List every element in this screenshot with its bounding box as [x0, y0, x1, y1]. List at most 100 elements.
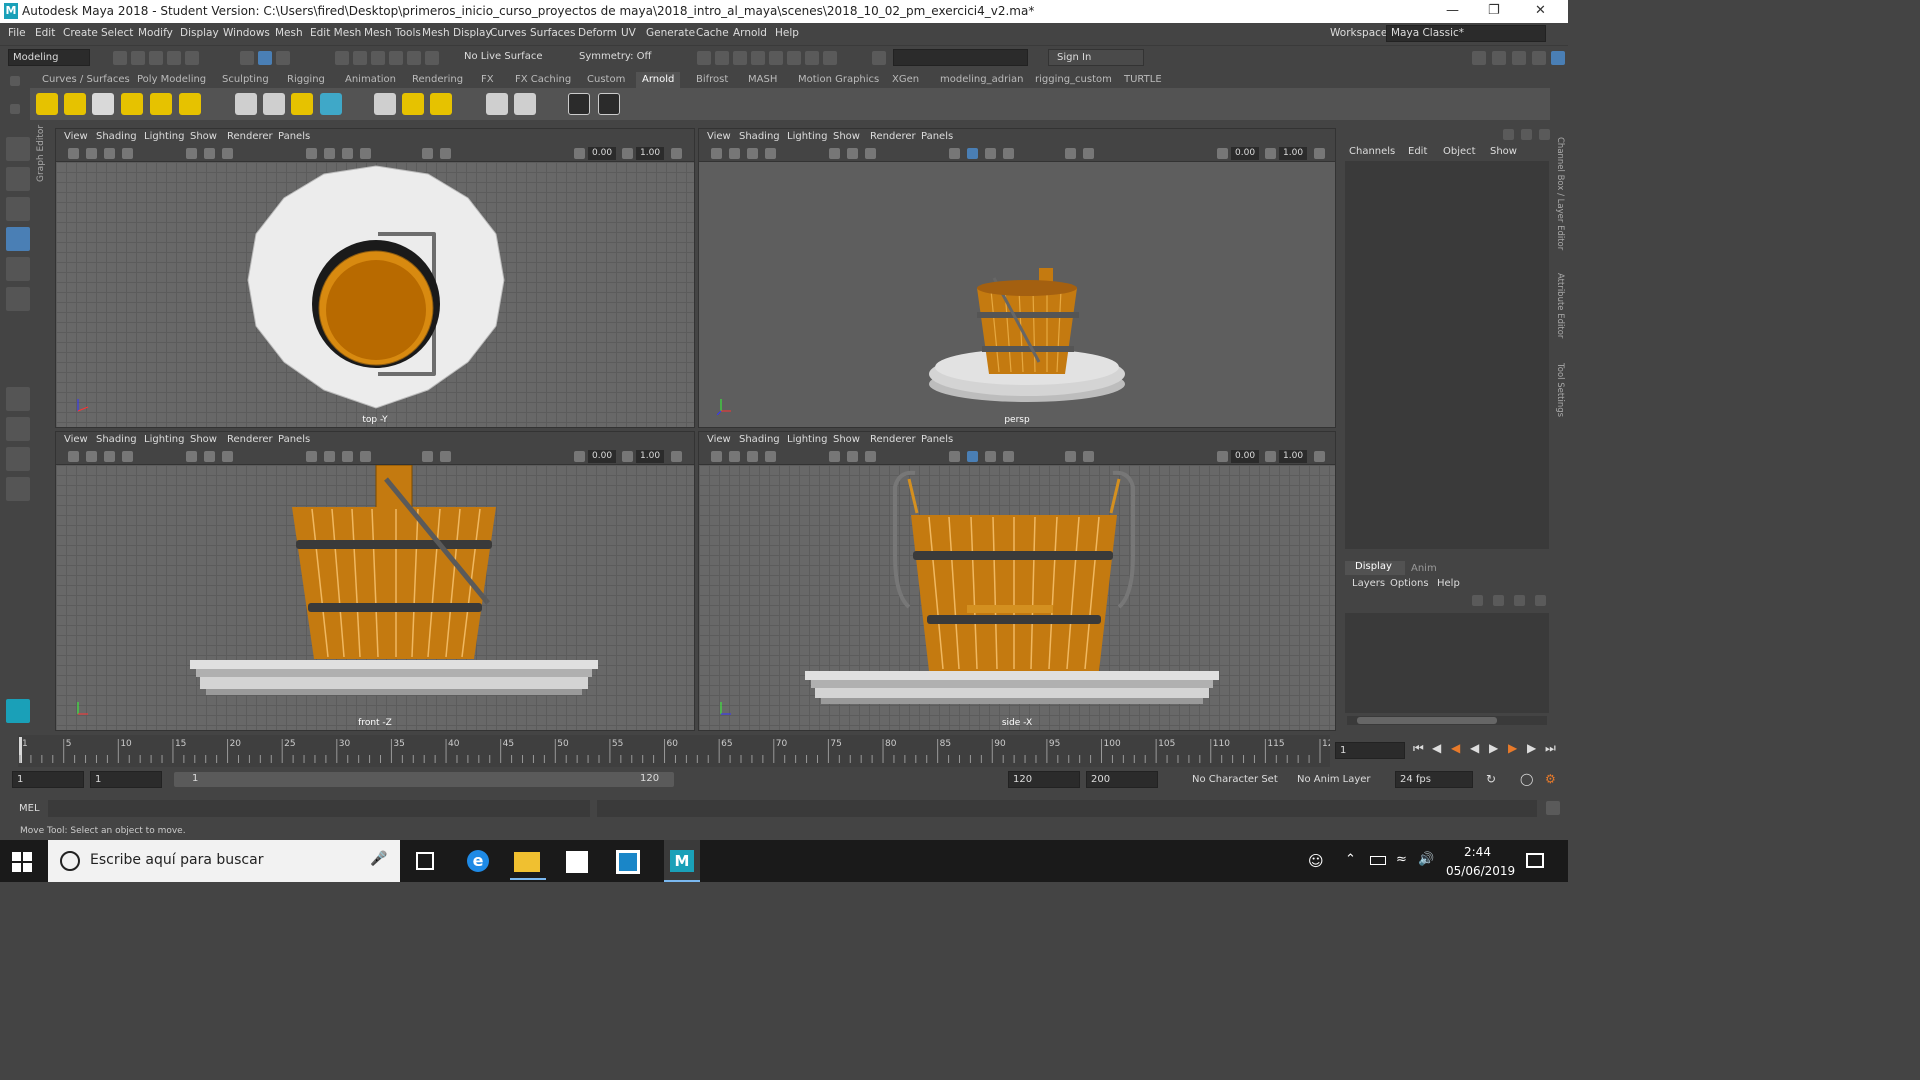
- smooth-shade-icon[interactable]: [967, 451, 978, 462]
- minimize-icon[interactable]: —: [1446, 3, 1459, 18]
- camera-icon[interactable]: [711, 451, 722, 462]
- menu-curves[interactable]: Curves: [490, 27, 526, 39]
- menu-arnold[interactable]: Arnold: [733, 27, 767, 39]
- vp-menu-shading[interactable]: Shading: [96, 434, 137, 445]
- end-time-field[interactable]: 200: [1086, 771, 1158, 788]
- volume-icon[interactable]: 🔊: [1418, 852, 1434, 867]
- anim-layer-dropdown[interactable]: No Anim Layer: [1297, 774, 1371, 785]
- film-gate-icon[interactable]: [204, 451, 215, 462]
- tab-turtle[interactable]: TURTLE: [1124, 74, 1162, 85]
- bookmark-icon[interactable]: [104, 451, 115, 462]
- menu-select[interactable]: Select: [101, 27, 133, 39]
- image-plane-icon[interactable]: [765, 451, 776, 462]
- tab-display[interactable]: Display: [1345, 561, 1405, 575]
- select-object-icon[interactable]: [258, 51, 272, 65]
- layer-menu-layers[interactable]: Layers: [1352, 578, 1385, 589]
- live-surface-field[interactable]: No Live Surface: [460, 49, 550, 66]
- step-forward-frame-icon[interactable]: ▶: [1508, 741, 1517, 755]
- lock-camera-icon[interactable]: [729, 451, 740, 462]
- shelf-settings-icon[interactable]: [10, 104, 20, 114]
- four-view-icon[interactable]: [6, 417, 30, 441]
- range-slider[interactable]: 1 120: [174, 772, 674, 787]
- export-standin-icon[interactable]: [263, 93, 285, 115]
- open-scene-icon[interactable]: [131, 51, 145, 65]
- taskbar-search[interactable]: Escribe aquí para buscar 🎤: [48, 840, 400, 882]
- viewport-top[interactable]: View Shading Lighting Show Renderer Pane…: [55, 128, 695, 428]
- lights-icon[interactable]: [1003, 451, 1014, 462]
- vp-menu-view[interactable]: View: [64, 131, 88, 142]
- single-view-icon[interactable]: [6, 387, 30, 411]
- vp-menu-view[interactable]: View: [707, 131, 731, 142]
- lock-camera-icon[interactable]: [729, 148, 740, 159]
- persp-graph-icon[interactable]: [6, 447, 30, 471]
- wifi-icon[interactable]: ≈: [1396, 852, 1407, 867]
- vp-menu-view[interactable]: View: [64, 434, 88, 445]
- new-layer-selected-icon[interactable]: [1535, 595, 1546, 606]
- exposure-field[interactable]: 0.00: [1231, 450, 1260, 463]
- xray-icon[interactable]: [422, 148, 433, 159]
- go-to-start-icon[interactable]: ⏮: [1413, 741, 1424, 756]
- maya-taskbar-icon[interactable]: M: [664, 840, 700, 882]
- vp-menu-lighting[interactable]: Lighting: [787, 131, 827, 142]
- undo-icon[interactable]: [167, 51, 181, 65]
- exposure-icon[interactable]: [1217, 451, 1228, 462]
- file-explorer-icon[interactable]: [514, 852, 540, 872]
- image-plane-icon[interactable]: [122, 148, 133, 159]
- layer-list[interactable]: [1345, 613, 1549, 713]
- vp-menu-panels[interactable]: Panels: [921, 434, 953, 445]
- gamma-icon[interactable]: [1265, 451, 1276, 462]
- wireframe-icon[interactable]: [306, 148, 317, 159]
- lasso-tool-icon[interactable]: [6, 167, 30, 191]
- camera-icon[interactable]: [68, 451, 79, 462]
- isolate-icon[interactable]: [440, 451, 451, 462]
- vp-menu-view[interactable]: View: [707, 434, 731, 445]
- exposure-icon[interactable]: [574, 451, 585, 462]
- windows-start-icon[interactable]: [12, 852, 32, 872]
- anim-prefs-icon[interactable]: ⚙: [1545, 772, 1556, 786]
- step-forward-key-icon[interactable]: ▶: [1527, 741, 1536, 755]
- viewport-side[interactable]: View Shading Lighting Show Renderer Pane…: [698, 431, 1336, 731]
- people-icon[interactable]: ☺: [1308, 852, 1324, 870]
- tab-rigging[interactable]: Rigging: [287, 74, 325, 85]
- tab-xgen[interactable]: XGen: [892, 74, 919, 85]
- gamma-icon[interactable]: [622, 148, 633, 159]
- battery-icon[interactable]: [1370, 856, 1386, 865]
- menu-file[interactable]: File: [8, 27, 26, 39]
- vp-menu-show[interactable]: Show: [833, 131, 860, 142]
- grid-icon[interactable]: [186, 451, 197, 462]
- new-layer-icon[interactable]: [1514, 595, 1525, 606]
- store-icon[interactable]: [566, 851, 588, 873]
- layer-up-icon[interactable]: [1472, 595, 1483, 606]
- tab-modeling-adrian[interactable]: modeling_adrian: [940, 74, 1023, 85]
- film-gate-icon[interactable]: [204, 148, 215, 159]
- menu-create[interactable]: Create: [63, 27, 98, 39]
- layer-down-icon[interactable]: [1493, 595, 1504, 606]
- aov-icon[interactable]: [486, 93, 508, 115]
- menu-surfaces[interactable]: Surfaces: [530, 27, 575, 39]
- tool-settings-tab[interactable]: Tool Settings: [1555, 363, 1565, 417]
- tab-mash[interactable]: MASH: [748, 74, 777, 85]
- render-play-icon[interactable]: [598, 93, 620, 115]
- texture-manager-icon[interactable]: [374, 93, 396, 115]
- menu-mesh-display[interactable]: Mesh Display: [422, 27, 492, 39]
- move-tool-icon[interactable]: [6, 227, 30, 251]
- new-scene-icon[interactable]: [113, 51, 127, 65]
- outliner-icon[interactable]: [6, 477, 30, 501]
- grid-icon[interactable]: [829, 148, 840, 159]
- menu-help[interactable]: Help: [775, 27, 799, 39]
- save-scene-icon[interactable]: [149, 51, 163, 65]
- tool-settings-icon[interactable]: [1532, 51, 1546, 65]
- vp-menu-panels[interactable]: Panels: [278, 434, 310, 445]
- lights-icon[interactable]: [1003, 148, 1014, 159]
- lights-icon[interactable]: [360, 148, 371, 159]
- image-plane-icon[interactable]: [122, 451, 133, 462]
- sign-in-button[interactable]: Sign In: [1048, 49, 1144, 66]
- select-tool-icon[interactable]: [6, 137, 30, 161]
- volume-icon[interactable]: [320, 93, 342, 115]
- viewport-persp[interactable]: View Shading Lighting Show Renderer Pane…: [698, 128, 1336, 428]
- character-controls-icon[interactable]: [1492, 51, 1506, 65]
- bookmark-icon[interactable]: [104, 148, 115, 159]
- graph-editor-label[interactable]: Graph Editor: [36, 125, 54, 325]
- task-view-icon[interactable]: [416, 852, 434, 870]
- tab-bifrost[interactable]: Bifrost: [696, 74, 728, 85]
